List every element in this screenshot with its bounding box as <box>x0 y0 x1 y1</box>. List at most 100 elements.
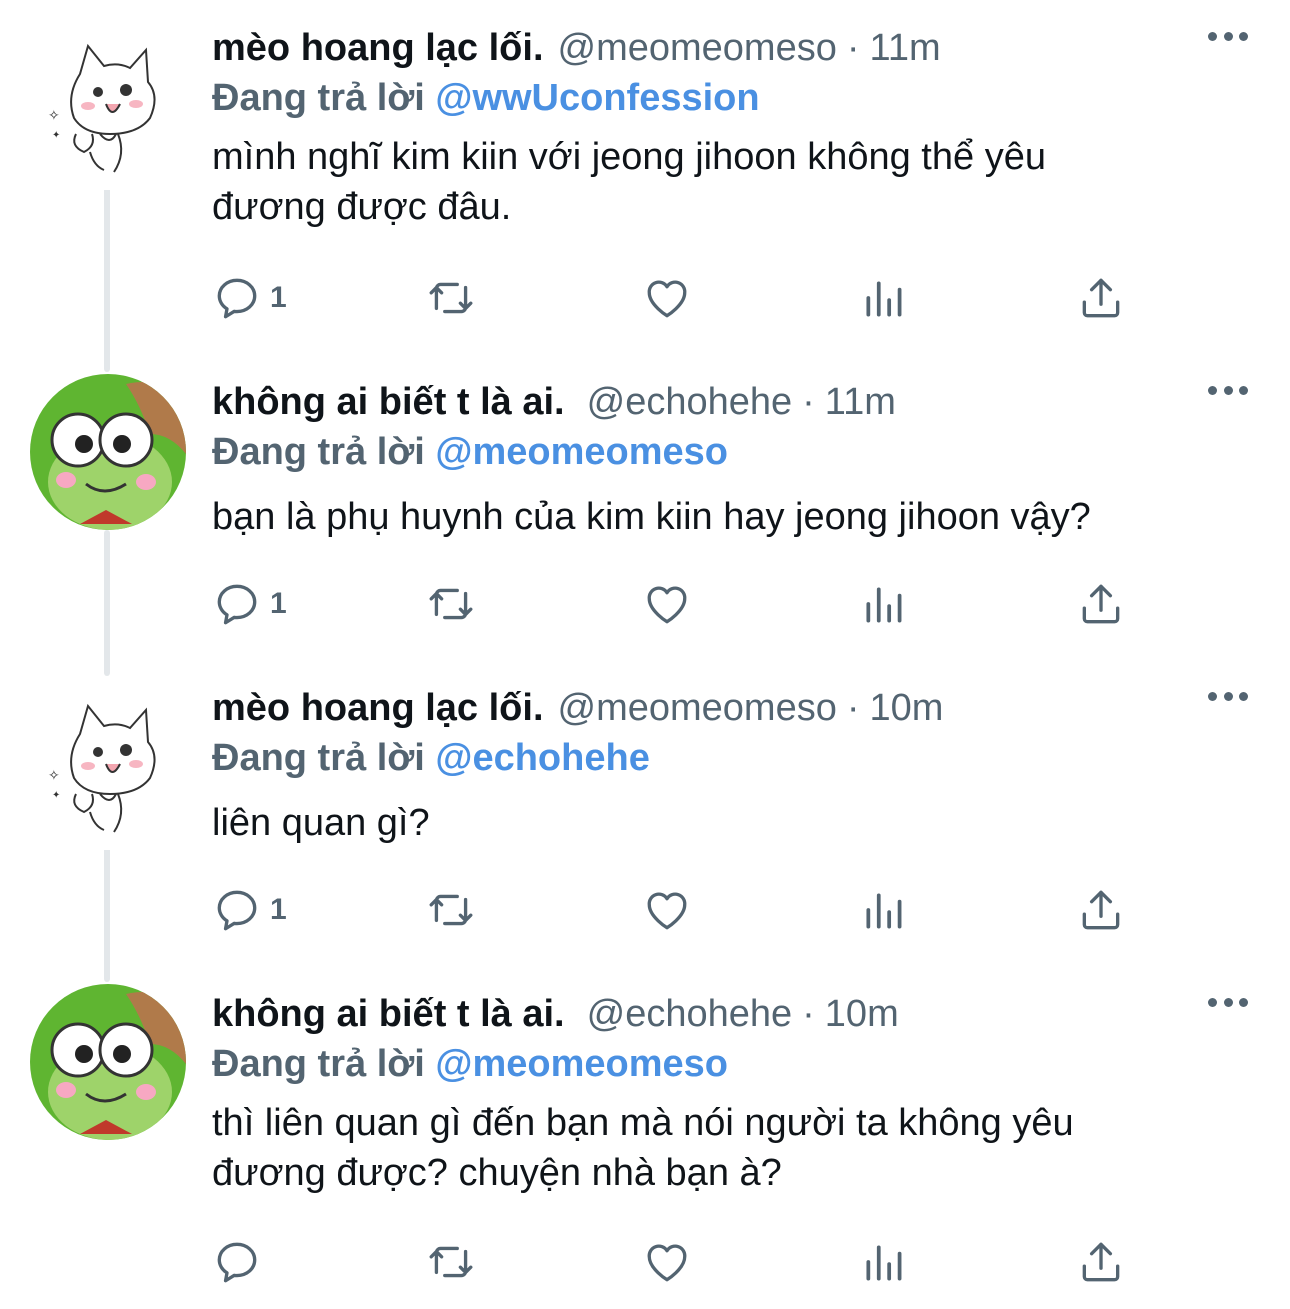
tweet-header: không ai biết t là ai. @echohehe · 10m <box>212 990 1250 1038</box>
replying-prefix: Đang trả lời <box>212 737 425 779</box>
separator-dot: · <box>846 687 860 729</box>
views-button[interactable] <box>860 576 910 632</box>
mention-link[interactable]: @wwUconfession <box>435 77 759 119</box>
timestamp[interactable]: 11m <box>870 24 941 72</box>
like-icon <box>647 280 687 318</box>
timestamp[interactable]: 10m <box>825 990 899 1038</box>
views-button[interactable] <box>860 270 910 326</box>
views-button[interactable] <box>860 882 910 938</box>
tweet-text-line: mình nghĩ kim kiin với jeong jihoon khôn… <box>212 136 1046 178</box>
svg-text:✦: ✦ <box>52 790 60 801</box>
like-icon <box>647 892 687 930</box>
share-button[interactable] <box>1076 1234 1126 1290</box>
share-icon <box>1082 890 1120 930</box>
svg-text:✦: ✦ <box>52 130 60 141</box>
frog-avatar-image <box>30 984 186 1140</box>
share-button[interactable] <box>1076 270 1126 326</box>
separator-dot: · <box>846 27 860 69</box>
reply-button[interactable]: 1 <box>212 882 287 938</box>
reply-count: 1 <box>270 587 287 620</box>
more-icon[interactable] <box>1208 996 1248 1008</box>
mention-link[interactable]: @meomeomeso <box>435 431 728 473</box>
more-icon[interactable] <box>1208 690 1248 702</box>
avatar[interactable]: ✧ ✦ <box>30 34 186 190</box>
user-handle[interactable]: @echohehe <box>587 990 793 1038</box>
tweet-actions: 1 <box>212 270 1132 326</box>
tweet-text: thì liên quan gì đến bạn mà nói người ta… <box>212 1098 1250 1198</box>
reply-count: 1 <box>270 281 287 314</box>
like-button[interactable] <box>642 1234 692 1290</box>
retweet-button[interactable] <box>426 270 476 326</box>
display-name[interactable]: không ai biết t là ai. <box>212 990 565 1038</box>
cat-avatar-image: ✧✦ <box>48 43 156 173</box>
replying-prefix: Đang trả lời <box>212 1043 425 1085</box>
mention-link[interactable]: @meomeomeso <box>435 1043 728 1085</box>
reply-button[interactable] <box>212 1234 270 1290</box>
user-handle[interactable]: @meomeomeso <box>558 24 837 72</box>
reply-icon <box>217 278 257 319</box>
retweet-button[interactable] <box>426 882 476 938</box>
tweet-text: mình nghĩ kim kiin với jeong jihoon khôn… <box>212 132 1250 232</box>
like-icon <box>647 586 687 624</box>
replying-to: Đang trả lời @meomeomeso <box>212 1038 1250 1090</box>
display-name[interactable]: mèo hoang lạc lối. <box>212 684 544 732</box>
tweet[interactable]: không ai biết t là ai. @echohehe · 11m Đ… <box>0 374 1290 648</box>
tweet-header: mèo hoang lạc lối. @meomeomeso · 11m <box>212 24 1250 72</box>
share-icon <box>1082 278 1120 318</box>
tweet-text: liên quan gì? <box>212 798 1250 848</box>
views-button[interactable] <box>860 1234 910 1290</box>
share-button[interactable] <box>1076 576 1126 632</box>
more-icon[interactable] <box>1208 384 1248 396</box>
tweet-header: mèo hoang lạc lối. @meomeomeso · 10m <box>212 684 1250 732</box>
tweet-text-line: liên quan gì? <box>212 802 430 844</box>
like-icon <box>647 1244 687 1282</box>
tweet-actions: 1 <box>212 882 1132 938</box>
tweet[interactable]: ✧ ✦ mèo hoang lạc lối. @meomeomeso · 11m … <box>0 24 1290 344</box>
display-name[interactable]: mèo hoang lạc lối. <box>212 24 544 72</box>
separator-dot: · <box>802 993 815 1035</box>
avatar[interactable] <box>30 984 186 1140</box>
retweet-button[interactable] <box>426 1234 476 1290</box>
retweet-icon <box>429 894 473 926</box>
replying-to: Đang trả lời @meomeomeso <box>212 426 1250 478</box>
timestamp[interactable]: 10m <box>870 684 944 732</box>
retweet-icon <box>429 588 473 620</box>
tweet-text-line: thì liên quan gì đến bạn mà nói người ta… <box>212 1102 1074 1144</box>
like-button[interactable] <box>642 882 692 938</box>
avatar[interactable] <box>30 374 186 530</box>
share-button[interactable] <box>1076 882 1126 938</box>
avatar[interactable]: ✧ ✦ <box>30 694 186 850</box>
replying-to: Đang trả lời @wwUconfession <box>212 72 1250 124</box>
svg-text:✧: ✧ <box>48 767 60 783</box>
like-button[interactable] <box>642 270 692 326</box>
tweet-actions <box>212 1234 1132 1290</box>
display-name[interactable]: không ai biết t là ai. <box>212 378 565 426</box>
user-handle[interactable]: @echohehe <box>587 378 793 426</box>
reply-button[interactable]: 1 <box>212 576 287 632</box>
tweet-header: không ai biết t là ai. @echohehe · 11m <box>212 378 1250 426</box>
views-icon <box>866 587 902 623</box>
timestamp[interactable]: 11m <box>825 378 896 426</box>
tweet-text-line: đương được? chuyện nhà bạn à? <box>212 1152 782 1194</box>
views-icon <box>866 1245 902 1281</box>
reply-button[interactable]: 1 <box>212 270 287 326</box>
retweet-button[interactable] <box>426 576 476 632</box>
user-handle[interactable]: @meomeomeso <box>558 684 837 732</box>
replying-to: Đang trả lời @echohehe <box>212 732 1250 784</box>
replying-prefix: Đang trả lời <box>212 77 425 119</box>
like-button[interactable] <box>642 576 692 632</box>
reply-count: 1 <box>270 893 287 926</box>
views-icon <box>866 893 902 929</box>
cat-avatar-image: ✧✦ <box>48 703 156 833</box>
tweet[interactable]: ✧ ✦ mèo hoang lạc lối. @meomeomeso · 10m … <box>0 684 1290 954</box>
share-icon <box>1082 1242 1120 1282</box>
separator-dot: · <box>802 381 815 423</box>
tweet-text-line: bạn là phụ huynh của kim kiin hay jeong … <box>212 496 1091 538</box>
tweet[interactable]: không ai biết t là ai. @echohehe · 10m Đ… <box>0 984 1290 1300</box>
replying-prefix: Đang trả lời <box>212 431 425 473</box>
views-icon <box>866 281 902 317</box>
frog-avatar-image <box>30 374 186 530</box>
reply-icon <box>217 1242 257 1283</box>
mention-link[interactable]: @echohehe <box>435 737 649 779</box>
more-icon[interactable] <box>1208 30 1248 42</box>
